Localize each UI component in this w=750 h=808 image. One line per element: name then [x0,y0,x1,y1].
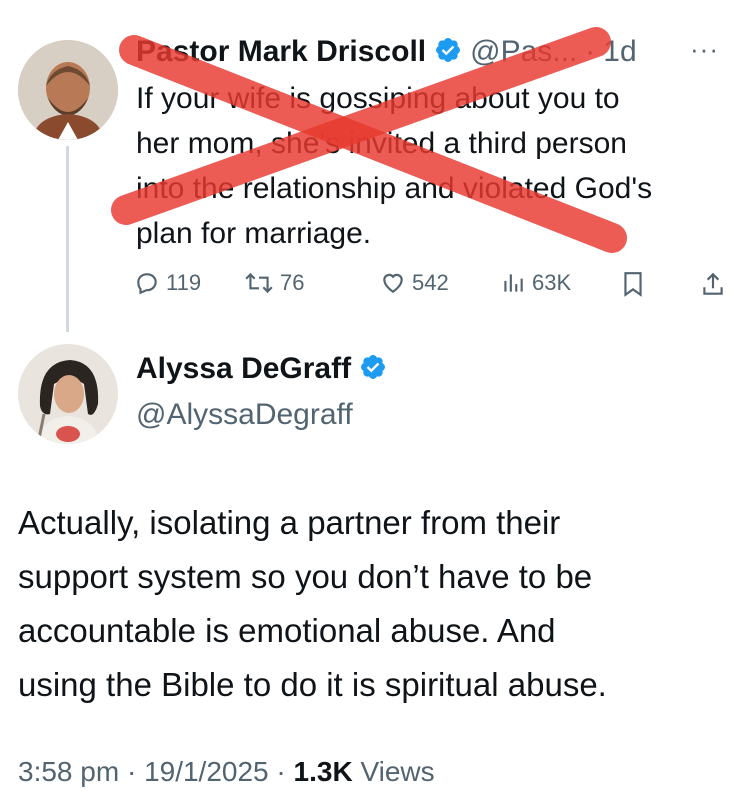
meta-separator: · [276,756,286,787]
tweet-author-name[interactable]: Alyssa DeGraff [136,352,351,386]
like-count: 542 [412,270,449,295]
verified-badge-icon [434,36,462,69]
reply-to-text: If your wife is gossiping about you to h… [136,76,746,256]
tweet-meta: 3:58 pm · 19/1/2025 · 1.3K Views [18,756,435,788]
tweet-date[interactable]: 19/1/2025 [144,756,269,787]
tweet-views-label: Views [360,756,435,787]
verified-badge-icon [359,353,387,386]
reply-to-text-line: her mom, she's invited a third person [136,127,627,160]
repost-button[interactable]: 76 [244,270,304,296]
reply-to-separator: · [585,35,596,68]
like-button[interactable]: 542 [380,270,449,296]
tweet-author-handle[interactable]: @AlyssaDegraff [136,398,353,432]
reply-button[interactable]: 119 [134,270,201,296]
reply-to-author-name[interactable]: Pastor Mark Driscoll [136,35,426,69]
tweet-text-line: using the Bible to do it is spiritual ab… [18,666,607,703]
avatar-pastor[interactable] [18,40,118,140]
avatar-alyssa-image [18,344,118,444]
tweet-time[interactable]: 3:58 pm [18,756,119,787]
tweet-text-line: accountable is emotional abuse. And [18,612,556,649]
tweet-text-line: Actually, isolating a partner from their [18,504,561,541]
reply-to-age[interactable]: 1d [603,35,636,69]
reply-to-text-line: If your wife is gossiping about you to [136,82,620,115]
tweet-views-count: 1.3K [293,756,353,787]
views-count: 63K [532,270,572,295]
thread-connector-line [66,146,69,332]
avatar-alyssa[interactable] [18,344,118,444]
reply-to-handle[interactable]: @Pas... [470,35,577,69]
heart-icon [380,270,406,296]
more-options-icon[interactable]: ··· [690,34,719,65]
avatar-pastor-image [18,40,118,140]
reply-icon [134,270,160,296]
views-chart-icon [500,270,526,296]
tweet-text-line: support system so you don’t have to be [18,558,593,595]
reply-to-header: Pastor Mark Driscoll @Pas... · 1d [136,30,736,74]
reply-to-text-line: into the relationship and violated God's [136,172,653,205]
repost-count: 76 [280,270,305,295]
reply-count: 119 [166,270,202,295]
repost-icon [244,270,274,296]
meta-separator: · [126,756,137,787]
reply-to-text-line: plan for marriage. [136,217,372,250]
tweet-author-row: Alyssa DeGraff [136,352,387,386]
views-button[interactable]: 63K [500,270,571,296]
bookmark-icon[interactable] [620,270,646,303]
share-icon[interactable] [700,270,726,303]
tweet-text: Actually, isolating a partner from their… [18,496,738,712]
